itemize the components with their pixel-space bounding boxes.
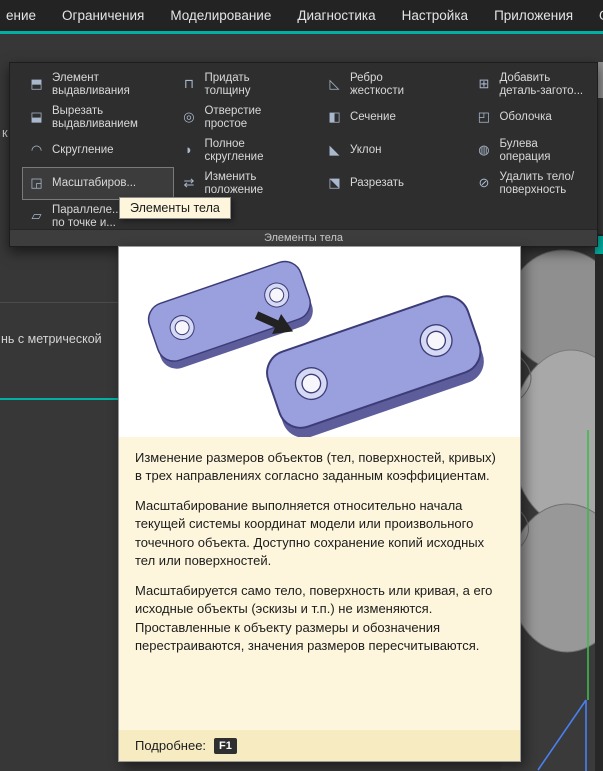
tool-label: Полное скругление (204, 138, 263, 164)
popup-illustration-area (119, 247, 520, 437)
tool-extrude-element[interactable]: ⬒ Элемент выдавливания (22, 68, 174, 101)
tool-label: Отверстие простое (204, 105, 261, 131)
boolean-icon: ◍ (475, 143, 492, 158)
split-icon: ⬔ (326, 176, 343, 191)
extrude-element-icon: ⬒ (28, 77, 45, 92)
tool-label: Уклон (350, 144, 382, 157)
tool-label: Параллеле... по точке и... (52, 204, 122, 230)
menubar: ение Ограничения Моделирование Диагности… (0, 0, 603, 31)
panel-group-title: Элементы тела (10, 229, 597, 246)
tool-draft[interactable]: ◣ Уклон (320, 134, 469, 167)
tool-fillet[interactable]: ◠ Скругление (22, 134, 174, 167)
thicken-icon: ⊓ (180, 77, 197, 92)
tool-label: Сечение (350, 111, 396, 124)
menu-item-diagnostics[interactable]: Диагностика (293, 6, 379, 25)
body-elements-flyout-panel: ⬒ Элемент выдавливания ⬓ Вырезать выдавл… (9, 62, 598, 247)
draft-icon: ◣ (326, 143, 343, 158)
tool-label: Масштабиров... (52, 177, 136, 190)
full-round-fillet-icon: ◗ (180, 143, 197, 158)
tool-cut-extrude[interactable]: ⬓ Вырезать выдавливанием (22, 101, 174, 134)
tool-description-popup: Изменение размеров объектов (тел, поверх… (118, 246, 521, 762)
tool-delete-body-surface[interactable]: ⊘ Удалить тело/ поверхность (469, 167, 597, 200)
cut-extrude-icon: ⬓ (28, 110, 45, 125)
rib-icon: ◺ (326, 77, 343, 92)
left-option-text: нь с метрической (1, 332, 102, 346)
tool-boolean[interactable]: ◍ Булева операция (469, 134, 597, 167)
left-divider-line (0, 302, 118, 303)
tool-label: Придать толщину (204, 72, 250, 98)
tool-label: Разрезать (350, 177, 404, 190)
shell-icon: ◰ (475, 110, 492, 125)
tool-shell[interactable]: ◰ Оболочка (469, 101, 597, 134)
tool-rib[interactable]: ◺ Ребро жесткости (320, 68, 469, 101)
change-position-icon: ⇄ (180, 176, 197, 191)
tool-label: Добавить деталь-загото... (499, 72, 583, 98)
tool-label: Вырезать выдавливанием (52, 105, 138, 131)
vertical-scrollbar[interactable] (595, 234, 603, 771)
tool-thicken[interactable]: ⊓ Придать толщину (174, 68, 320, 101)
tool-label: Булева операция (499, 138, 550, 164)
tool-label: Элемент выдавливания (52, 72, 130, 98)
popup-footer: Подробнее: F1 (119, 730, 520, 761)
left-accent-line (0, 398, 118, 400)
description-paragraph: Изменение размеров объектов (тел, поверх… (135, 449, 504, 486)
tool-section[interactable]: ◧ Сечение (320, 101, 469, 134)
tool-label: Изменить положение (204, 171, 263, 197)
scale-icon: ◲ (28, 176, 45, 191)
menu-item-modeling[interactable]: Моделирование (166, 6, 275, 25)
delete-body-surface-icon: ⊘ (475, 176, 492, 191)
menu-item-drawing[interactable]: ение (2, 6, 40, 25)
popup-description: Изменение размеров объектов (тел, поверх… (119, 437, 520, 730)
menu-item-constraints[interactable]: Ограничения (58, 6, 148, 25)
description-paragraph: Масштабируется само тело, поверхность ил… (135, 582, 504, 656)
tool-split[interactable]: ⬔ Разрезать (320, 167, 469, 200)
tool-add-blank-part[interactable]: ⊞ Добавить деталь-загото... (469, 68, 597, 101)
tool-simple-hole[interactable]: ◎ Отверстие простое (174, 101, 320, 134)
scaling-illustration (119, 247, 520, 437)
more-info-label: Подробнее: (135, 738, 206, 753)
tool-label: Удалить тело/ поверхность (499, 171, 574, 197)
section-icon: ◧ (326, 110, 343, 125)
tool-full-round-fillet[interactable]: ◗ Полное скругление (174, 134, 320, 167)
description-paragraph: Масштабирование выполняется относительно… (135, 497, 504, 571)
accent-divider (0, 31, 603, 34)
app-window: ение Ограничения Моделирование Диагности… (0, 0, 603, 771)
tool-label: Оболочка (499, 111, 551, 124)
add-blank-part-icon: ⊞ (475, 77, 492, 92)
left-partial-text: к (2, 125, 8, 140)
f1-key-badge: F1 (214, 738, 237, 754)
menu-item-applications[interactable]: Приложения (490, 6, 577, 25)
menu-item-settings[interactable]: Настройка (398, 6, 472, 25)
tool-label: Ребро жесткости (350, 72, 404, 98)
box-by-point-icon: ▱ (28, 209, 45, 224)
fillet-icon: ◠ (28, 143, 45, 158)
hover-hint-label: Элементы тела (119, 197, 231, 219)
tool-scale[interactable]: ◲ Масштабиров... (22, 167, 174, 200)
simple-hole-icon: ◎ (180, 110, 197, 125)
tool-label: Скругление (52, 144, 114, 157)
menu-item-window[interactable]: Окн (595, 6, 603, 25)
tool-change-position[interactable]: ⇄ Изменить положение (174, 167, 320, 200)
